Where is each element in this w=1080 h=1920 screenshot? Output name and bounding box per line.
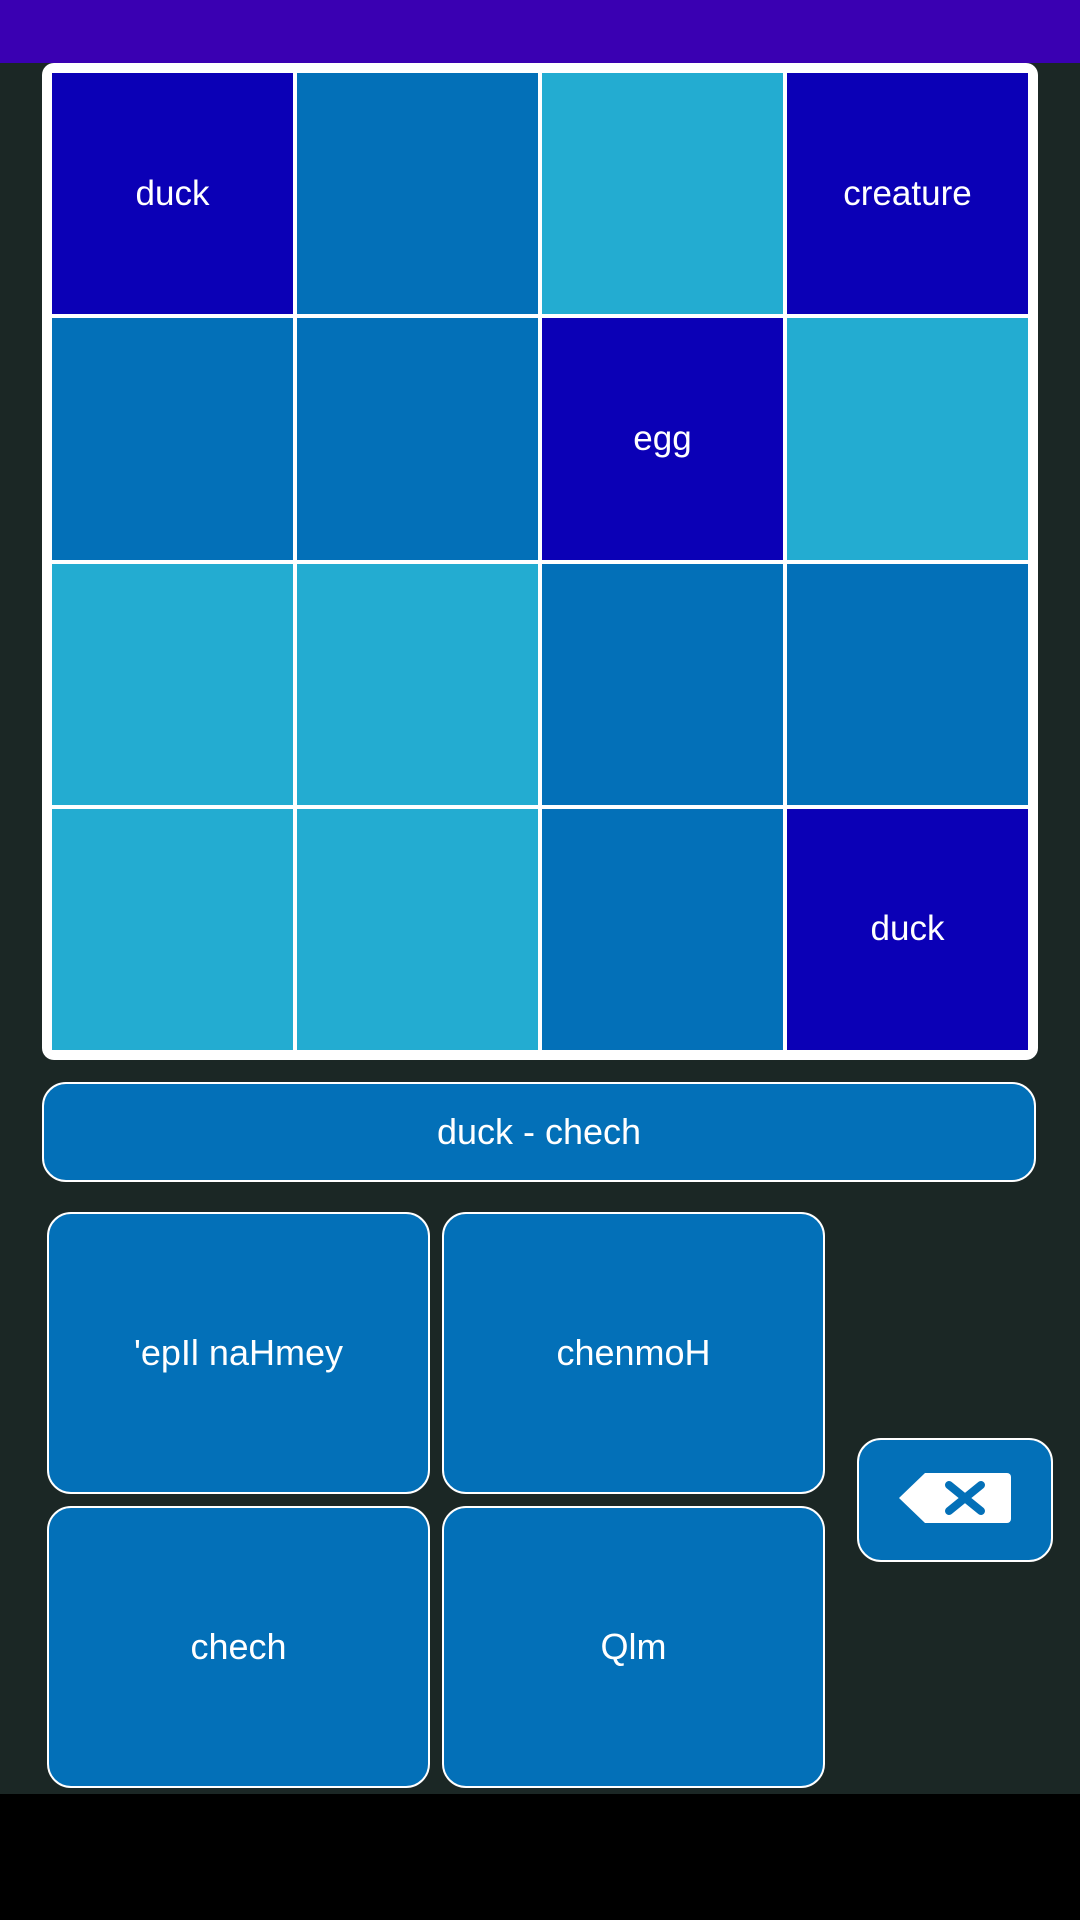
navigation-bar <box>0 1794 1080 1920</box>
board-grid: duck creature egg duck <box>52 73 1028 1050</box>
backspace-button[interactable] <box>857 1438 1053 1562</box>
board-cell[interactable] <box>52 808 293 1050</box>
answer-button-2[interactable]: chenmoH <box>442 1212 825 1494</box>
board-cell[interactable]: creature <box>787 73 1028 315</box>
answer-button-4[interactable]: Qlm <box>442 1506 825 1788</box>
board-cell[interactable]: egg <box>542 318 783 560</box>
board-cell[interactable] <box>297 563 538 805</box>
board-cell[interactable] <box>542 808 783 1050</box>
board-cell[interactable] <box>297 808 538 1050</box>
board-cell[interactable] <box>787 563 1028 805</box>
board-cell[interactable] <box>297 73 538 315</box>
board-cell[interactable]: duck <box>787 808 1028 1050</box>
board-cell[interactable] <box>542 73 783 315</box>
board-cell[interactable]: duck <box>52 73 293 315</box>
answer-button-1[interactable]: 'epIl naHmey <box>47 1212 430 1494</box>
board-cell[interactable] <box>52 318 293 560</box>
current-word-pair: duck - chech <box>42 1082 1036 1182</box>
answer-button-3[interactable]: chech <box>47 1506 430 1788</box>
board-cell[interactable] <box>52 563 293 805</box>
board-cell[interactable] <box>542 563 783 805</box>
board-cell[interactable] <box>787 318 1028 560</box>
game-board: duck creature egg duck <box>42 63 1038 1060</box>
status-bar <box>0 0 1080 63</box>
board-cell[interactable] <box>297 318 538 560</box>
backspace-icon <box>897 1471 1013 1530</box>
